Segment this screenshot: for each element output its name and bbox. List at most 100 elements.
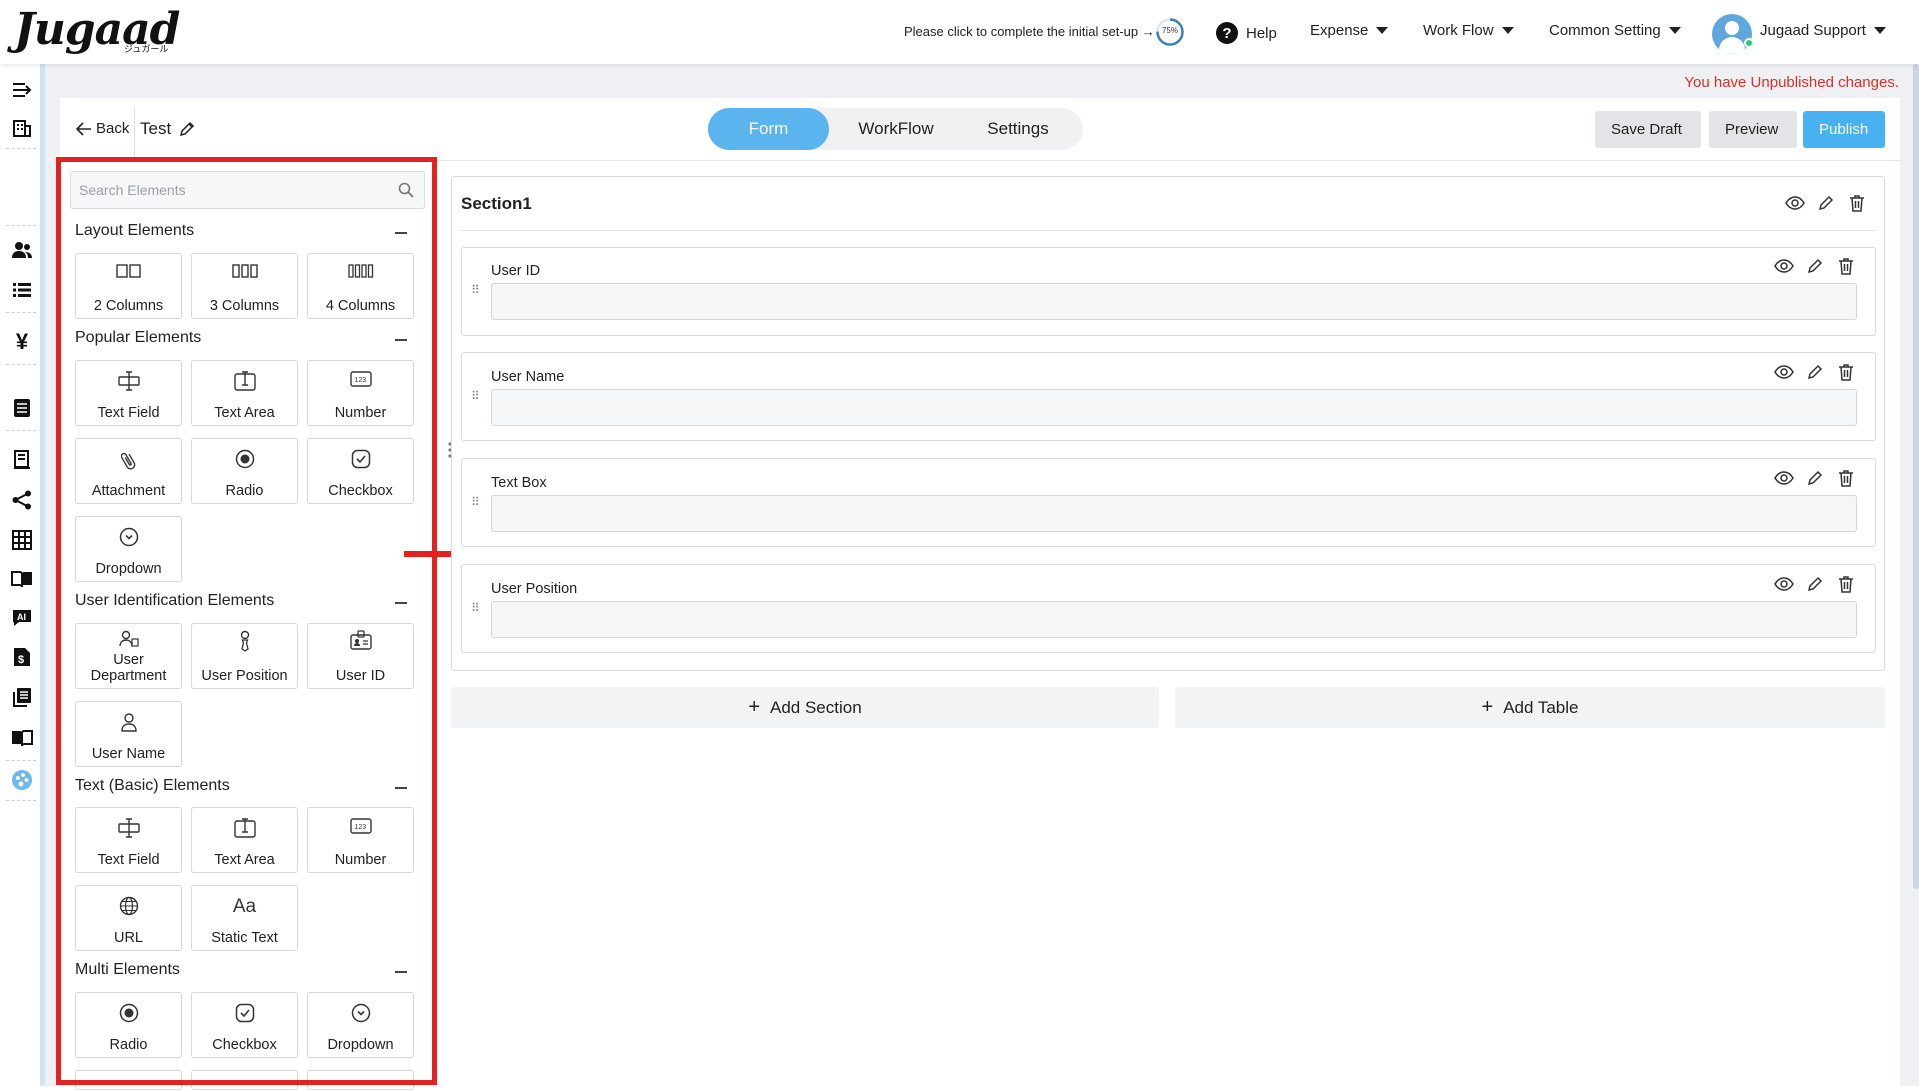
ai-chat-icon[interactable]: AI: [10, 606, 34, 630]
trash-icon[interactable]: [1836, 574, 1856, 594]
pencil-icon[interactable]: [1805, 574, 1825, 594]
document-icon[interactable]: [10, 396, 34, 420]
add-table-button[interactable]: + Add Table: [1175, 687, 1885, 728]
company-icon[interactable]: [10, 116, 34, 140]
back-label: Back: [96, 120, 130, 137]
book-icon[interactable]: [10, 567, 34, 591]
field-input-preview: [491, 495, 1857, 532]
chevron-down-icon: [1873, 27, 1886, 34]
rail-divider: [6, 364, 36, 365]
pencil-icon[interactable]: [1805, 256, 1825, 276]
eye-icon[interactable]: [1774, 574, 1794, 594]
manual-icon[interactable]: [10, 726, 34, 750]
workflow-label: Work Flow: [1423, 22, 1494, 39]
section-title: Section1: [461, 194, 532, 213]
chevron-down-icon: [1668, 27, 1681, 34]
help-link[interactable]: ? Help: [1216, 22, 1277, 44]
trash-icon[interactable]: [1836, 256, 1856, 276]
invoice-icon[interactable]: $: [10, 645, 34, 669]
field-input-preview: [491, 389, 1857, 426]
section-divider: [461, 230, 1876, 231]
tab-workflow[interactable]: WorkFlow: [836, 108, 956, 150]
field-label: User Position: [491, 581, 578, 597]
rail-divider: [6, 800, 36, 801]
users-icon[interactable]: [10, 238, 34, 262]
chevron-down-icon: [1501, 27, 1514, 34]
expand-menu-icon[interactable]: [10, 78, 34, 102]
preview-button[interactable]: Preview: [1709, 111, 1797, 148]
setup-progress-ring[interactable]: 75%: [1155, 17, 1185, 47]
pencil-icon[interactable]: [179, 121, 195, 137]
title-divider: [134, 108, 135, 156]
online-status-dot: [1744, 38, 1754, 48]
eye-icon[interactable]: [1774, 256, 1794, 276]
app-logo[interactable]: Jugaad ジュガール: [14, 4, 180, 55]
arrow-left-icon: [76, 121, 91, 136]
add-section-label: Add Section: [770, 697, 862, 717]
back-button[interactable]: Back: [76, 120, 129, 137]
rail-divider: [6, 225, 36, 226]
common-setting-menu[interactable]: Common Setting: [1549, 22, 1681, 39]
unpublished-notice: You have Unpublished changes.: [1684, 74, 1899, 91]
user-name-label: Jugaad Support: [1760, 22, 1866, 39]
highlight-annotation-box: [56, 157, 437, 1085]
field-label: User Name: [491, 369, 565, 385]
drag-handle-icon[interactable]: ⠿: [471, 389, 480, 403]
share-icon[interactable]: [10, 488, 34, 512]
rail-divider: [6, 760, 36, 761]
pencil-icon[interactable]: [1816, 193, 1836, 213]
plus-icon: +: [748, 696, 760, 718]
help-label: Help: [1246, 24, 1277, 42]
svg-text:AI: AI: [17, 612, 26, 622]
trash-icon[interactable]: [1847, 193, 1867, 213]
add-table-label: Add Table: [1503, 697, 1579, 717]
save-draft-button[interactable]: Save Draft: [1595, 111, 1701, 148]
field-label: User ID: [491, 263, 541, 279]
avatar[interactable]: [1712, 14, 1752, 54]
add-section-button[interactable]: + Add Section: [451, 687, 1159, 728]
page-scrollbar[interactable]: [1913, 64, 1919, 889]
plus-icon: +: [1481, 696, 1494, 718]
drag-handle-icon[interactable]: ⠿: [471, 601, 480, 615]
form-title-text: Test: [140, 119, 172, 138]
eye-icon[interactable]: [1774, 468, 1794, 488]
svg-text:$: $: [18, 654, 24, 666]
publish-button[interactable]: Publish: [1803, 111, 1885, 148]
progress-ring-label: 75%: [1161, 26, 1178, 35]
reports-icon[interactable]: [10, 685, 34, 709]
pencil-icon[interactable]: [1805, 468, 1825, 488]
trash-icon[interactable]: [1836, 468, 1856, 488]
receipt-icon[interactable]: [10, 448, 34, 472]
setup-prompt-link[interactable]: Please click to complete the initial set…: [904, 24, 1155, 39]
editor-tabs: Form WorkFlow Settings: [708, 108, 1083, 150]
rail-divider: [6, 148, 36, 149]
drag-handle-icon[interactable]: ⠿: [471, 495, 480, 509]
top-bar: Jugaad ジュガール Please click to complete th…: [0, 0, 1919, 64]
user-menu[interactable]: Jugaad Support: [1760, 22, 1886, 39]
form-builder-icon[interactable]: [10, 768, 34, 792]
chevron-down-icon: [1376, 27, 1389, 34]
expense-menu[interactable]: Expense: [1310, 22, 1389, 39]
rail-divider: [6, 430, 36, 431]
rail-divider: [6, 312, 36, 313]
tab-settings[interactable]: Settings: [960, 108, 1076, 150]
field-input-preview: [491, 283, 1857, 320]
trash-icon[interactable]: [1836, 362, 1856, 382]
form-title[interactable]: Test: [140, 119, 195, 139]
eye-icon[interactable]: [1774, 362, 1794, 382]
expense-label: Expense: [1310, 22, 1369, 39]
field-input-preview: [491, 601, 1857, 638]
tab-form[interactable]: Form: [708, 108, 829, 150]
help-icon: ?: [1216, 22, 1238, 44]
logo-subtext: ジュガール: [124, 44, 169, 54]
pencil-icon[interactable]: [1805, 362, 1825, 382]
left-icon-rail: ¥ AI $: [0, 64, 40, 1086]
list-icon[interactable]: [10, 278, 34, 302]
eye-icon[interactable]: [1785, 193, 1805, 213]
drag-handle-icon[interactable]: ⠿: [471, 283, 480, 297]
yen-icon[interactable]: ¥: [10, 329, 34, 354]
grid-icon[interactable]: [10, 528, 34, 552]
common-setting-label: Common Setting: [1549, 22, 1661, 39]
workflow-menu[interactable]: Work Flow: [1423, 22, 1514, 39]
field-label: Text Box: [491, 475, 547, 491]
